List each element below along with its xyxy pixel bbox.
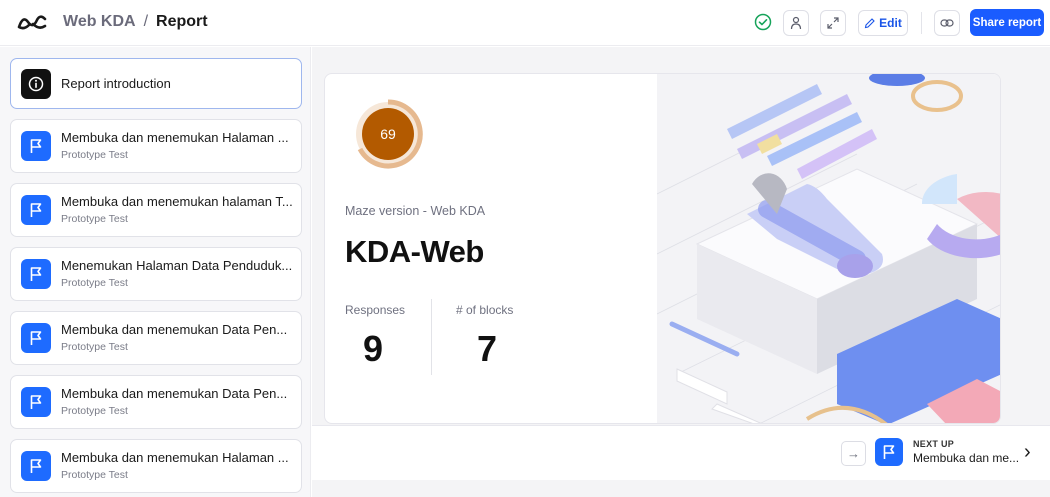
flag-icon (21, 259, 51, 289)
sidebar-item-block-3[interactable]: Menemukan Halaman Data Penduduk... Proto… (10, 247, 302, 301)
maze-version: Maze version - Web KDA (345, 204, 486, 218)
sidebar-item-label: Membuka dan menemukan Halaman ... (61, 130, 289, 145)
link-icon (940, 19, 954, 27)
copy-link-button[interactable] (934, 10, 960, 36)
flag-icon (21, 131, 51, 161)
arrow-right-icon: → (847, 446, 860, 461)
next-up-bar: → NEXT UP Membuka dan me... › (312, 425, 1050, 480)
sidebar-item-block-6[interactable]: Membuka dan menemukan Halaman ... Protot… (10, 439, 302, 493)
responses-value: 9 (363, 328, 384, 369)
toolbar-divider (921, 12, 922, 34)
sidebar-item-label: Menemukan Halaman Data Penduduk... (61, 258, 293, 273)
check-circle-icon[interactable] (754, 13, 772, 31)
sidebar-item-type: Prototype Test (61, 405, 128, 417)
edit-button[interactable]: Edit (858, 10, 908, 36)
sidebar-item-type: Prototype Test (61, 469, 128, 481)
flag-icon (21, 195, 51, 225)
stat-divider (431, 299, 432, 375)
flag-icon (21, 451, 51, 481)
page-title: Report (156, 13, 208, 30)
sidebar-item-label: Membuka dan menemukan halaman T... (61, 194, 293, 209)
sidebar-item-report-introduction[interactable]: Report introduction (10, 58, 302, 109)
top-bar: Web KDA / Report Edit Share report (0, 0, 1050, 46)
flag-icon (21, 387, 51, 417)
next-arrow-button[interactable]: → (841, 441, 866, 466)
expand-icon (827, 17, 839, 29)
info-icon (21, 69, 51, 99)
score-value: 69 (380, 126, 396, 142)
report-main: 69 Maze version - Web KDA KDA-Web Respon… (312, 47, 1050, 497)
sidebar-item-label: Membuka dan menemukan Halaman ... (61, 450, 289, 465)
score-ring: 69 (356, 99, 423, 169)
sidebar-item-label: Membuka dan menemukan Data Pen... (61, 386, 288, 401)
sidebar-item-block-5[interactable]: Membuka dan menemukan Data Pen... Protot… (10, 375, 302, 429)
sidebar-item-type: Prototype Test (61, 149, 128, 161)
breadcrumb-separator: / (143, 13, 149, 30)
sidebar-item-type: Prototype Test (61, 341, 128, 353)
participant-button[interactable] (783, 10, 809, 36)
blocks-value: 7 (477, 328, 498, 369)
person-icon (790, 16, 802, 30)
next-up-title[interactable]: Membuka dan me... (913, 451, 1019, 465)
blocks-label: # of blocks (456, 303, 514, 317)
blocks-sidebar: Report introduction Membuka dan menemuka… (0, 47, 311, 497)
report-title: KDA-Web (345, 234, 484, 269)
breadcrumb-project-link[interactable]: Web KDA (63, 13, 136, 31)
chevron-right-icon[interactable]: › (1024, 441, 1031, 464)
next-up-label: NEXT UP (913, 439, 955, 449)
share-report-button[interactable]: Share report (970, 9, 1044, 36)
report-illustration (657, 74, 1000, 423)
sidebar-item-type: Prototype Test (61, 277, 128, 289)
breadcrumb: Web KDA / Report (63, 13, 208, 31)
sidebar-item-block-2[interactable]: Membuka dan menemukan halaman T... Proto… (10, 183, 302, 237)
flag-icon (21, 323, 51, 353)
report-intro-panel: 69 Maze version - Web KDA KDA-Web Respon… (324, 73, 1001, 424)
sidebar-item-label: Report introduction (61, 76, 171, 91)
sidebar-item-block-4[interactable]: Membuka dan menemukan Data Pen... Protot… (10, 311, 302, 365)
edit-label: Edit (879, 16, 902, 30)
sidebar-item-type: Prototype Test (61, 213, 128, 225)
sidebar-item-label: Membuka dan menemukan Data Pen... (61, 322, 288, 337)
maze-logo-icon[interactable] (17, 13, 47, 31)
pencil-icon (864, 17, 875, 28)
sidebar-item-block-1[interactable]: Membuka dan menemukan Halaman ... Protot… (10, 119, 302, 173)
responses-label: Responses (345, 303, 406, 317)
flag-icon (875, 438, 903, 466)
fullscreen-button[interactable] (820, 10, 846, 36)
